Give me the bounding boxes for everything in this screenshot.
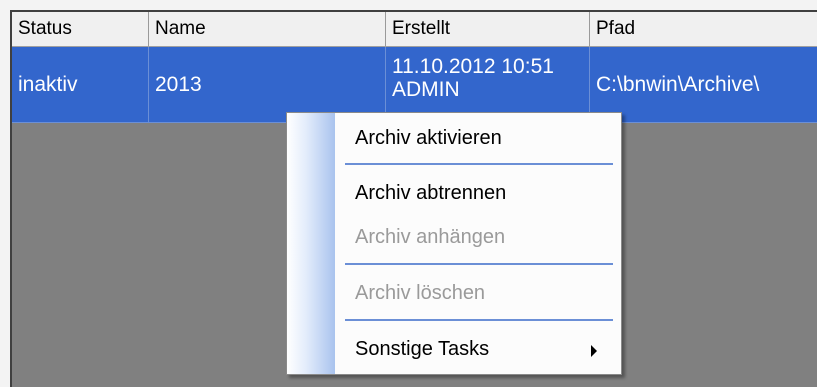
menu-item-archiv-loeschen[interactable]: Archiv löschen (355, 273, 485, 313)
submenu-arrow-icon (591, 345, 597, 357)
cell-pfad[interactable]: C:\bnwin\Archive\ (590, 47, 817, 123)
menu-item-sonstige-tasks[interactable]: Sonstige Tasks (355, 329, 489, 369)
menu-separator (345, 319, 613, 321)
menu-item-archiv-abtrennen[interactable]: Archiv abtrennen (355, 173, 506, 213)
column-header-erstellt[interactable]: Erstellt (386, 12, 590, 46)
column-header-pfad[interactable]: Pfad (590, 12, 817, 46)
cell-erstellt-user: ADMIN (392, 78, 460, 101)
menu-separator (345, 163, 613, 165)
cell-status[interactable]: inaktiv (12, 47, 149, 123)
context-menu-icon-strip (287, 113, 335, 374)
menu-item-archiv-anhaengen[interactable]: Archiv anhängen (355, 217, 505, 257)
context-menu: Archiv aktivieren Archiv abtrennen Archi… (286, 112, 622, 375)
menu-separator (345, 263, 613, 265)
column-header-status[interactable]: Status (12, 12, 149, 46)
menu-item-archiv-aktivieren[interactable]: Archiv aktivieren (355, 118, 502, 158)
grid-header: Status Name Erstellt Pfad (12, 12, 817, 47)
column-header-name[interactable]: Name (149, 12, 386, 46)
cell-erstellt-date: 11.10.2012 10:51 (392, 55, 554, 78)
